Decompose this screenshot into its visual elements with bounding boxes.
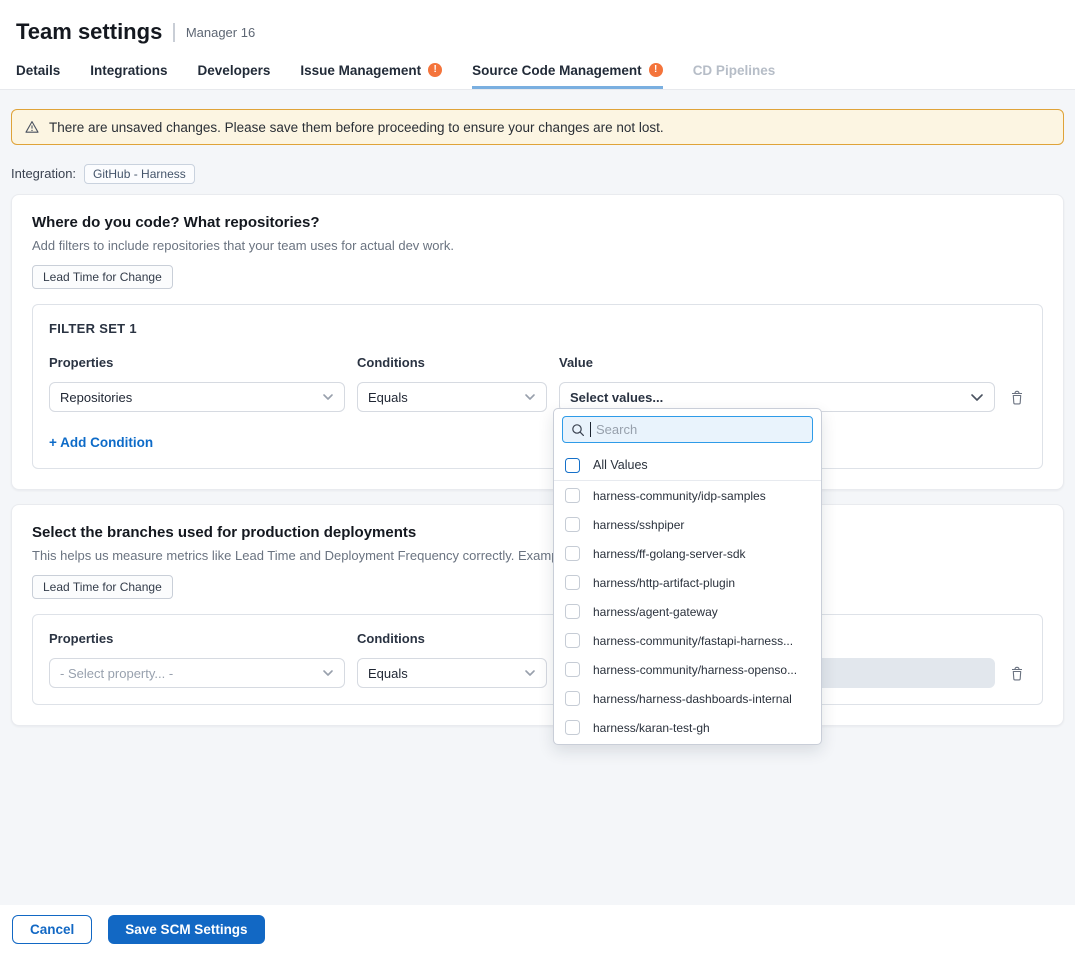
chevron-down-icon: [970, 393, 984, 402]
option-label: harness/sshpiper: [593, 518, 684, 532]
repositories-subtitle: Add filters to include repositories that…: [32, 238, 1043, 253]
option-checkbox[interactable]: [565, 604, 580, 619]
properties-label: Properties: [49, 355, 345, 370]
option-label: harness/harness-dashboards-internal: [593, 692, 792, 706]
value-dropdown-popover: Search All Values harness-community/idp-…: [553, 408, 822, 745]
alert-badge-icon: !: [428, 63, 442, 77]
tab-issue-management[interactable]: Issue Management !: [300, 52, 442, 89]
branches-card: Select the branches used for production …: [11, 504, 1064, 726]
option-label: harness/http-artifact-plugin: [593, 576, 735, 590]
dropdown-option[interactable]: harness/http-artifact-plugin: [554, 568, 821, 597]
dropdown-option[interactable]: harness/ff-golang-server-sdk: [554, 539, 821, 568]
option-checkbox[interactable]: [565, 517, 580, 532]
dropdown-option[interactable]: harness/harness-dashboards-internal: [554, 684, 821, 713]
page-header: Team settings Manager 16: [0, 0, 1075, 52]
content-area: There are unsaved changes. Please save t…: [0, 90, 1075, 905]
delete-filter-button[interactable]: [1007, 663, 1027, 683]
page-subtitle: Manager 16: [186, 25, 255, 40]
chevron-down-icon: [524, 669, 536, 677]
chevron-down-icon: [322, 393, 334, 401]
option-checkbox[interactable]: [565, 662, 580, 677]
option-checkbox[interactable]: [565, 488, 580, 503]
branch-filter-row: - Select property... - Equals: [49, 658, 1026, 688]
chevron-down-icon: [322, 669, 334, 677]
add-condition-button[interactable]: + Add Condition: [49, 435, 153, 450]
integration-row: Integration: GitHub - Harness: [11, 163, 1064, 184]
trash-icon: [1009, 389, 1025, 406]
dropdown-option[interactable]: harness/agent-gateway: [554, 597, 821, 626]
filter-set-heading: FILTER SET 1: [49, 321, 1026, 336]
text-cursor: [590, 422, 591, 437]
branches-subtitle: This helps us measure metrics like Lead …: [32, 548, 1043, 563]
tab-integrations[interactable]: Integrations: [90, 52, 167, 89]
select-all-checkbox[interactable]: [565, 458, 580, 473]
save-scm-settings-button[interactable]: Save SCM Settings: [108, 915, 264, 944]
dropdown-option[interactable]: harness-community/harness-openso...: [554, 655, 821, 684]
option-checkbox[interactable]: [565, 691, 580, 706]
alert-badge-icon: !: [649, 63, 663, 77]
repositories-card: Where do you code? What repositories? Ad…: [11, 194, 1064, 490]
option-checkbox[interactable]: [565, 633, 580, 648]
tab-developers[interactable]: Developers: [198, 52, 271, 89]
select-all-option[interactable]: All Values: [554, 450, 821, 481]
dropdown-options: harness-community/idp-samples harness/ss…: [554, 481, 821, 745]
option-label: harness/ff-golang-server-sdk: [593, 547, 746, 561]
conditions-label: Conditions: [357, 355, 547, 370]
dropdown-option[interactable]: harness/...: [554, 742, 821, 745]
filter-row: Repositories Equals Select values...: [49, 382, 1026, 412]
tab-bar: Details Integrations Developers Issue Ma…: [0, 52, 1075, 90]
properties-label: Properties: [49, 631, 345, 646]
value-label: Value: [559, 355, 995, 370]
conditions-label: Conditions: [357, 631, 547, 646]
dropdown-search-input[interactable]: Search: [562, 416, 813, 443]
option-label: harness/karan-test-gh: [593, 721, 710, 735]
condition-select[interactable]: Equals: [357, 382, 547, 412]
lead-time-chip: Lead Time for Change: [32, 575, 173, 599]
integration-chip[interactable]: GitHub - Harness: [84, 164, 195, 184]
banner-message: There are unsaved changes. Please save t…: [49, 120, 664, 135]
dropdown-option[interactable]: harness/sshpiper: [554, 510, 821, 539]
branch-filter-panel: Properties Conditions - Select property.…: [32, 614, 1043, 705]
cancel-button[interactable]: Cancel: [12, 915, 92, 944]
chevron-down-icon: [524, 393, 536, 401]
option-label: harness/agent-gateway: [593, 605, 718, 619]
search-icon: [571, 423, 585, 437]
tab-source-code-management[interactable]: Source Code Management !: [472, 52, 663, 89]
option-label: harness-community/fastapi-harness...: [593, 634, 793, 648]
tab-cd-pipelines: CD Pipelines: [693, 52, 776, 89]
option-checkbox[interactable]: [565, 546, 580, 561]
option-label: harness-community/harness-openso...: [593, 663, 797, 677]
warning-triangle-icon: [24, 119, 40, 135]
title-divider: [173, 23, 175, 42]
dropdown-option[interactable]: harness-community/fastapi-harness...: [554, 626, 821, 655]
branch-property-select[interactable]: - Select property... -: [49, 658, 345, 688]
search-placeholder: Search: [596, 422, 637, 437]
integration-label: Integration:: [11, 166, 76, 181]
option-label: harness-community/idp-samples: [593, 489, 766, 503]
repositories-title: Where do you code? What repositories?: [32, 214, 1043, 231]
trash-icon: [1009, 665, 1025, 682]
property-select[interactable]: Repositories: [49, 382, 345, 412]
select-all-label: All Values: [593, 458, 648, 472]
filter-column-labels: Properties Conditions Value: [49, 355, 1026, 370]
page-title: Team settings: [16, 19, 162, 45]
tab-details[interactable]: Details: [16, 52, 60, 89]
branches-title: Select the branches used for production …: [32, 524, 1043, 541]
dropdown-option[interactable]: harness/karan-test-gh: [554, 713, 821, 742]
unsaved-changes-banner: There are unsaved changes. Please save t…: [11, 109, 1064, 145]
title-row: Team settings Manager 16: [16, 12, 1059, 52]
branch-column-labels: Properties Conditions: [49, 631, 1026, 646]
footer-bar: Cancel Save SCM Settings: [0, 905, 1075, 954]
filter-set-panel: FILTER SET 1 Properties Conditions Value…: [32, 304, 1043, 469]
branch-condition-select[interactable]: Equals: [357, 658, 547, 688]
delete-filter-button[interactable]: [1007, 387, 1027, 407]
team-settings-page: Team settings Manager 16 Details Integra…: [0, 0, 1075, 954]
dropdown-option[interactable]: harness-community/idp-samples: [554, 481, 821, 510]
lead-time-chip: Lead Time for Change: [32, 265, 173, 289]
option-checkbox[interactable]: [565, 575, 580, 590]
option-checkbox[interactable]: [565, 720, 580, 735]
